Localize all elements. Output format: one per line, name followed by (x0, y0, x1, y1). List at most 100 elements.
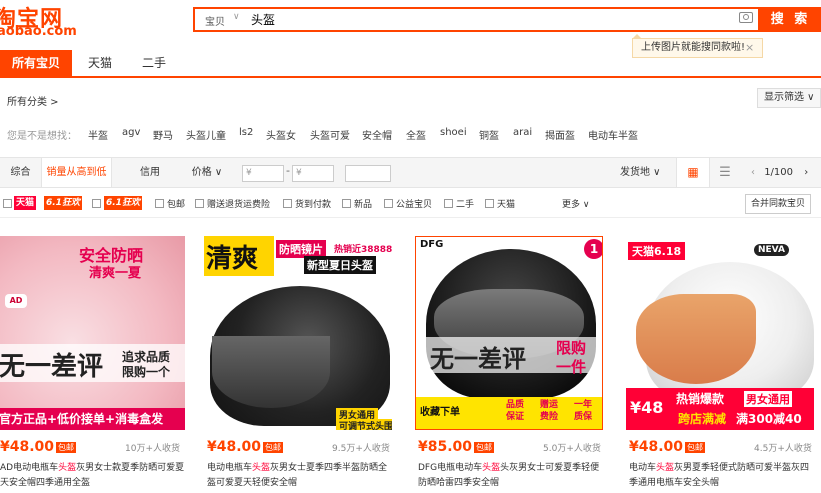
category-breadcrumb[interactable]: 所有分类 > (7, 93, 59, 108)
cod-label[interactable]: 货到付款 (295, 197, 331, 210)
show-filter-button[interactable]: 显示筛选 ∨ (757, 88, 821, 108)
return-label[interactable]: 赠送退货运费险 (207, 197, 270, 210)
free-shipping-badge: 包邮 (474, 441, 495, 453)
price-value: ¥85.00 (418, 439, 473, 455)
product-card[interactable]: 清爽 防晒镜片 热销近38888件 新型夏日头盔 男女通用 可调节式头围 ¥48… (204, 236, 392, 493)
charity-label[interactable]: 公益宝贝 (396, 197, 432, 210)
product-title[interactable]: 电动车头盔灰男夏季轻便式防晒可爱半盔灰四季通用电瓶车安全头帽 (629, 461, 815, 491)
brand-logo: DFG (420, 239, 444, 250)
secondhand-checkbox[interactable] (444, 199, 453, 208)
title-highlight: 头盔 (482, 463, 501, 473)
free-ship-checkbox[interactable] (155, 199, 164, 208)
product-price: ¥85.00 包邮 (418, 439, 495, 455)
suggestion-link[interactable]: 安全帽 (362, 127, 392, 142)
image-text: 跨店满减 (678, 412, 727, 426)
free-shipping-badge: 包邮 (56, 441, 77, 453)
suggestion-link[interactable]: 揭面盔 (545, 127, 575, 142)
new-checkbox[interactable] (342, 199, 351, 208)
product-card[interactable]: 天猫6.18 NEVA ¥48 热销爆款 男女通用 跨店满减 满300减40 ¥… (626, 236, 814, 493)
image-text: 新型夏日头盔 (304, 256, 376, 274)
close-icon[interactable]: × (745, 39, 754, 57)
tmall-checkbox[interactable] (3, 199, 12, 208)
charity-checkbox[interactable] (384, 199, 393, 208)
title-highlight: 头盔 (252, 463, 271, 473)
suggest-label: 您是不是想找： (7, 131, 77, 142)
image-text: 热销爆款 (676, 392, 725, 406)
product-price: ¥48.00 包邮 (629, 439, 706, 455)
product-title[interactable]: AD电动电瓶车头盔灰男女士款夏季防晒可爱夏天安全帽四季通用全盔 (0, 461, 186, 491)
suggestion-link[interactable]: 野马 (153, 127, 173, 142)
title-text: AD电动电瓶车 (0, 463, 59, 473)
visor-shape (636, 294, 756, 384)
tmall2-label[interactable]: 天猫 (497, 197, 515, 210)
prev-page-icon[interactable]: ‹ (751, 167, 755, 178)
buyer-count: 10万+人收货 (125, 444, 180, 454)
free-ship-label[interactable]: 包邮 (167, 197, 185, 210)
image-text: 官方正品+低价接单+消毒盒发 (0, 408, 185, 430)
suggestion-link[interactable]: 全盔 (406, 127, 426, 142)
suggestion-link[interactable]: arai (513, 127, 532, 138)
search-button[interactable]: 搜 索 (760, 7, 821, 32)
suggestion-link[interactable]: ls2 (239, 127, 253, 138)
ship-from-select[interactable]: 发货地 ∨ (620, 158, 661, 187)
sort-price[interactable]: 价格 ∨ (182, 158, 232, 187)
tmall2-checkbox[interactable] (485, 199, 494, 208)
suggestion-link[interactable]: 头盔儿童 (186, 127, 226, 142)
image-text: 一件 (556, 358, 587, 376)
product-image[interactable]: DFG 1 无一差评 限购 一件 收藏下单 品质保证 赠运费险 一年质保 (415, 236, 603, 430)
suggestion-link[interactable]: 铜盔 (479, 127, 499, 142)
next-page-icon[interactable]: › (804, 167, 808, 178)
suggestion-link[interactable]: 电动车半盔 (588, 127, 638, 142)
product-card[interactable]: 安全防晒 清爽一夏 AD 无一差评 追求品质 限购一个 官方正品+低价接单+消毒… (0, 236, 185, 493)
pager: ‹ 1/100 › (743, 158, 821, 187)
return-checkbox[interactable] (195, 199, 204, 208)
image-text: 品质保证 (506, 400, 525, 422)
buyer-count: 9.5万+人收货 (332, 444, 390, 454)
camera-icon[interactable] (739, 12, 753, 23)
sale61-checkbox[interactable] (92, 199, 101, 208)
title-text: 电动电瓶车 (207, 463, 253, 473)
filter-checkbar: 天猫 6.1狂欢 6.1狂欢 包邮 赠送退货运费险 货到付款 新品 公益宝贝 二… (0, 191, 821, 218)
merge-same-button[interactable]: 合并同款宝贝 (745, 194, 811, 214)
more-filters[interactable]: 更多 ∨ (562, 197, 589, 210)
taobao-domain[interactable]: aobao.com (0, 24, 77, 39)
sort-sales[interactable]: 销量从高到低 (41, 158, 112, 187)
title-text: DFG电瓶电动车 (418, 463, 483, 473)
product-title[interactable]: 电动电瓶车头盔灰男女士夏季四季半盔防晒全盔可爱夏天轻便安全帽 (207, 461, 393, 491)
image-text: 一年质保 (574, 400, 593, 422)
rank-badge: 1 (584, 239, 602, 259)
suggestion-link[interactable]: shoei (440, 127, 467, 138)
sort-credit[interactable]: 信用 (130, 158, 170, 187)
price-max-input[interactable]: ¥ (292, 165, 334, 182)
image-text: 满300减40 (736, 412, 802, 426)
tmall-badge: 天猫 (14, 196, 37, 210)
chevron-down-icon[interactable]: ∨ (233, 12, 240, 22)
product-image[interactable]: 清爽 防晒镜片 热销近38888件 新型夏日头盔 男女通用 可调节式头围 (204, 236, 392, 430)
tip-text: 上传图片就能搜同款啦! (641, 42, 746, 53)
suggestion-link[interactable]: agv (122, 127, 140, 138)
image-text: 清爽 (206, 244, 259, 274)
search-type-select[interactable]: 宝贝 (205, 13, 225, 28)
grid-view-icon[interactable]: ▦ (676, 158, 710, 187)
cod-checkbox[interactable] (283, 199, 292, 208)
product-card[interactable]: DFG 1 无一差评 限购 一件 收藏下单 品质保证 赠运费险 一年质保 ¥85… (415, 236, 603, 493)
list-view-icon[interactable]: ☰ (710, 158, 740, 187)
tab-all[interactable]: 所有宝贝 (0, 50, 72, 76)
product-title[interactable]: DFG电瓶电动车头盔头灰男女士可爱夏季轻便防晒哈雷四季安全帽 (418, 461, 604, 491)
sort-overall[interactable]: 综合 (0, 158, 41, 187)
price-min-input[interactable]: ¥ (242, 165, 284, 182)
suggestion-link[interactable]: 头盔可爱 (310, 127, 350, 142)
product-price: ¥48.00 包邮 (207, 439, 284, 455)
secondhand-label[interactable]: 二手 (456, 197, 474, 210)
image-text: ¥48 (630, 398, 664, 417)
suggestion-link[interactable]: 半盔 (88, 127, 108, 142)
image-text: 天猫6.18 (628, 242, 686, 260)
search-input[interactable] (251, 11, 711, 28)
product-image[interactable]: 天猫6.18 NEVA ¥48 热销爆款 男女通用 跨店满减 满300减40 (626, 236, 814, 430)
product-image[interactable]: 安全防晒 清爽一夏 AD 无一差评 追求品质 限购一个 官方正品+低价接单+消毒… (0, 236, 185, 430)
tab-secondhand[interactable]: 二手 (131, 50, 177, 76)
price-range-slider[interactable] (345, 165, 391, 182)
new-label[interactable]: 新品 (354, 197, 372, 210)
suggestion-link[interactable]: 头盔女 (266, 127, 296, 142)
tab-tmall[interactable]: 天猫 (77, 50, 123, 76)
